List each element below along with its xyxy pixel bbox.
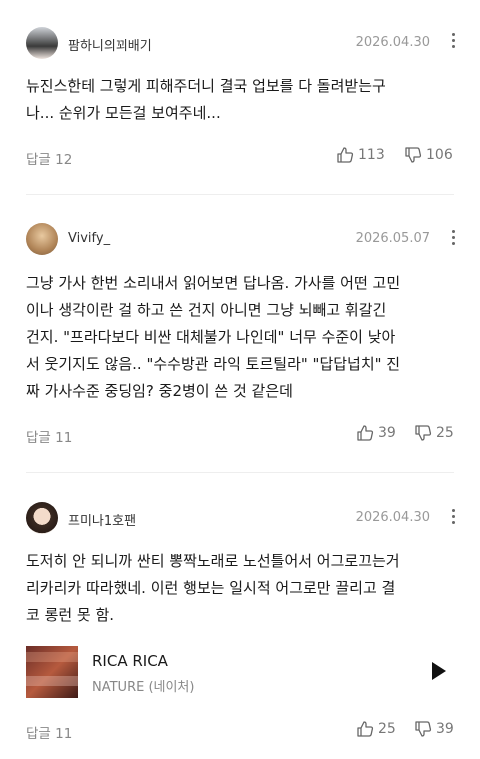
thumbs-up-icon [357,425,374,441]
comment-nickname[interactable]: 프미나1호팬 [68,510,136,529]
comment-body-line: 서 웃기지도 않음.. "수수방관 라익 토르틸라" "답답넙치" 진 [26,355,401,373]
avatar[interactable] [26,27,58,59]
reply-button[interactable]: 답글 11 [26,426,72,446]
comment-nickname[interactable]: Vivify_ [68,231,110,246]
thumbs-down-icon [415,721,432,737]
dislike-button[interactable]: 25 [414,424,454,442]
dislike-count: 106 [426,147,453,163]
comment-body-line: 짜 가사수준 중딩임? 중2병이 쓴 것 같은데 [26,382,293,400]
comment-body-line: 건지. "프라다보다 비싼 대체불가 나인데" 너무 수준이 낮아 [26,328,396,346]
more-options-icon[interactable] [450,230,456,248]
more-options-icon[interactable] [450,33,456,51]
comment-body-line: 코 롱런 못 함. [26,606,115,624]
dislike-button[interactable]: 39 [414,720,454,738]
comment-body-line: 리카리카 따라했네. 이런 행보는 일시적 어그로만 끌리고 결 [26,579,396,597]
play-icon[interactable] [432,662,446,680]
like-button[interactable]: 113 [336,146,385,164]
like-count: 113 [358,147,385,163]
comment-nickname[interactable]: 팜하니의꾀배기 [68,35,152,54]
like-count: 39 [378,425,396,441]
comment-body-line: 나... 순위가 모든걸 보여주네... [26,104,221,122]
comment-date: 2026.04.30 [355,510,430,525]
album-art [26,646,78,698]
like-count: 25 [378,721,396,737]
thumbs-down-icon [405,147,422,163]
dislike-count: 25 [436,425,454,441]
thumbs-up-icon [357,721,374,737]
dislike-button[interactable]: 106 [404,146,453,164]
comment-body-line: 도저히 안 되니까 싼티 뽕짝노래로 노선틀어서 어그로끄는거 [26,552,400,570]
comment-body: 그냥 가사 한번 소리내서 읽어보면 답나옴. 가사를 어떤 고민 이나 생각이… [26,270,458,405]
music-attachment[interactable]: RICA RICA NATURE (네이처) [26,646,458,702]
divider [26,472,454,473]
divider [26,194,454,195]
comment-date: 2026.04.30 [355,35,430,50]
avatar[interactable] [26,502,58,534]
comment-body-line: 그냥 가사 한번 소리내서 읽어보면 답나옴. 가사를 어떤 고민 [26,274,401,292]
like-button[interactable]: 39 [356,424,396,442]
dislike-count: 39 [436,721,454,737]
track-artist: NATURE (네이처) [92,680,195,695]
reply-button[interactable]: 답글 11 [26,722,72,742]
comment-date: 2026.05.07 [355,231,430,246]
like-button[interactable]: 25 [356,720,396,738]
avatar[interactable] [26,223,58,255]
thumbs-down-icon [415,425,432,441]
more-options-icon[interactable] [450,509,456,527]
track-title: RICA RICA [92,652,168,670]
comment-body-line: 이나 생각이란 걸 하고 쓴 건지 아니면 그냥 뇌빼고 휘갈긴 [26,301,387,319]
comment-body: 뉴진스한테 그렇게 피해주더니 결국 업보를 다 돌려받는구 나... 순위가 … [26,73,458,127]
comment-body: 도저히 안 되니까 싼티 뽕짝노래로 노선틀어서 어그로끄는거 리카리카 따라했… [26,548,458,629]
reply-button[interactable]: 답글 12 [26,148,72,168]
comment-body-line: 뉴진스한테 그렇게 피해주더니 결국 업보를 다 돌려받는구 [26,77,386,95]
thumbs-up-icon [337,147,354,163]
